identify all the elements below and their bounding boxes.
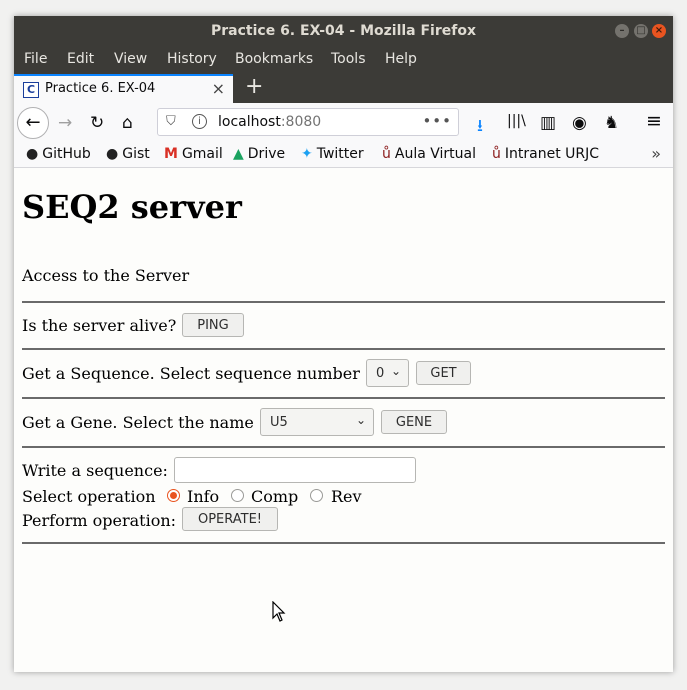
urjc-icon: ů: [382, 146, 391, 162]
bookmark-gmail[interactable]: M Gmail: [164, 146, 223, 162]
forward-icon[interactable]: →: [58, 113, 72, 133]
title-bar: Practice 6. EX-04 - Mozilla Firefox – □ …: [14, 16, 673, 46]
perform-operation-label: Perform operation:: [22, 511, 177, 530]
site-favicon-icon: C: [23, 82, 39, 98]
divider: [22, 446, 665, 448]
menu-edit[interactable]: Edit: [67, 51, 94, 67]
tracking-shield-icon[interactable]: ⛉: [166, 114, 176, 129]
radio-comp-label: Comp: [251, 487, 299, 506]
tab-strip: C Practice 6. EX-04 × +: [14, 74, 673, 103]
write-sequence-label: Write a sequence:: [22, 461, 168, 480]
drive-icon: ▲: [233, 146, 244, 162]
bookmark-label: Gist: [122, 146, 150, 162]
github-icon: ●: [106, 146, 119, 162]
bookmarks-overflow-icon[interactable]: »: [651, 144, 661, 163]
bookmarks-bar: ● GitHub ● Gist M Gmail ▲ Drive ✦ Twitter ů Au…: [14, 143, 673, 168]
radio-info[interactable]: [167, 489, 180, 502]
home-icon[interactable]: ⌂: [122, 113, 133, 133]
sidebar-icon[interactable]: ▥: [540, 113, 556, 133]
intro-text: Access to the Server: [22, 266, 190, 285]
bookmark-label: Gmail: [181, 146, 223, 162]
bookmark-label: Aula Virtual: [394, 146, 476, 162]
gene-button[interactable]: GENE: [381, 410, 447, 434]
bookmark-label: Twitter: [316, 146, 364, 162]
browser-window: Practice 6. EX-04 - Mozilla Firefox – □ …: [14, 16, 673, 672]
bookmark-aula-virtual[interactable]: ů Aula Virtual: [382, 146, 476, 162]
gene-name-value: U5: [270, 415, 288, 430]
account-icon[interactable]: ◉: [572, 113, 587, 133]
chevron-down-icon: ⌄: [355, 413, 366, 427]
gene-name-select[interactable]: U5 ⌄: [260, 408, 374, 436]
sequence-number-select[interactable]: 0 ⌄: [366, 359, 409, 387]
url-text: localhost:8080: [218, 114, 321, 130]
divider: [22, 301, 665, 303]
page-actions-icon[interactable]: •••: [422, 112, 452, 130]
get-sequence-label: Get a Sequence. Select sequence number: [22, 364, 360, 383]
urjc-icon: ů: [492, 146, 501, 162]
bookmark-intranet-urjc[interactable]: ů Intranet URJC: [492, 146, 599, 162]
menu-view[interactable]: View: [114, 51, 147, 67]
operate-button[interactable]: OPERATE!: [182, 507, 278, 531]
menu-bar: File Edit View History Bookmarks Tools H…: [14, 46, 673, 74]
url-bar[interactable]: ⛉ i localhost:8080 •••: [157, 108, 459, 136]
maximize-icon[interactable]: □: [634, 24, 648, 38]
bookmark-drive[interactable]: ▲ Drive: [233, 146, 285, 162]
divider: [22, 397, 665, 399]
bookmark-github[interactable]: ● GitHub: [26, 146, 91, 162]
navigation-bar: ← → ↻ ⌂ ⛉ i localhost:8080 ••• ⭳ |||\ ▥ …: [14, 103, 673, 143]
menu-file[interactable]: File: [24, 51, 47, 67]
site-info-icon[interactable]: i: [192, 114, 207, 129]
tab-title: Practice 6. EX-04: [45, 81, 156, 96]
library-icon[interactable]: |||\: [507, 113, 526, 129]
tab-close-icon[interactable]: ×: [212, 79, 225, 98]
new-tab-icon[interactable]: +: [245, 74, 263, 99]
menu-help[interactable]: Help: [385, 51, 417, 67]
bookmark-label: Drive: [247, 146, 286, 162]
bookmark-label: GitHub: [42, 146, 91, 162]
radio-rev[interactable]: [310, 489, 323, 502]
extension-icon[interactable]: ♞: [604, 113, 619, 133]
page-title: SEQ2 server: [22, 188, 242, 226]
tab-practice[interactable]: C Practice 6. EX-04 ×: [14, 74, 233, 103]
radio-info-label: Info: [187, 487, 220, 506]
bookmark-label: Intranet URJC: [504, 146, 600, 162]
radio-rev-label: Rev: [331, 487, 362, 506]
menu-bookmarks[interactable]: Bookmarks: [235, 51, 313, 67]
gmail-icon: M: [164, 146, 178, 162]
download-icon[interactable]: ⭳: [477, 113, 483, 142]
page-content: SEQ2 server Access to the Server Is the …: [14, 168, 673, 672]
get-gene-label: Get a Gene. Select the name: [22, 413, 254, 432]
twitter-icon: ✦: [301, 146, 313, 162]
url-host: localhost: [218, 114, 281, 130]
hamburger-menu-icon[interactable]: ≡: [646, 110, 662, 132]
radio-comp[interactable]: [231, 489, 244, 502]
divider: [22, 542, 665, 544]
close-icon[interactable]: ×: [652, 24, 666, 38]
select-operation-label: Select operation: [22, 487, 156, 506]
bookmark-gist[interactable]: ● Gist: [106, 146, 150, 162]
github-icon: ●: [26, 146, 39, 162]
sequence-number-value: 0: [376, 366, 385, 381]
minimize-icon[interactable]: –: [615, 24, 629, 38]
mouse-cursor-icon: [272, 601, 286, 622]
ping-label: Is the server alive?: [22, 316, 177, 335]
back-icon[interactable]: ←: [17, 107, 49, 139]
bookmark-twitter[interactable]: ✦ Twitter: [301, 146, 364, 162]
url-port: :8080: [280, 114, 322, 130]
reload-icon[interactable]: ↻: [90, 113, 104, 133]
menu-tools[interactable]: Tools: [331, 51, 366, 67]
ping-button[interactable]: PING: [182, 313, 244, 337]
sequence-input[interactable]: [174, 457, 416, 483]
window-title: Practice 6. EX-04 - Mozilla Firefox: [211, 23, 476, 39]
get-button[interactable]: GET: [416, 361, 471, 385]
divider: [22, 348, 665, 350]
chevron-down-icon: ⌄: [390, 364, 401, 378]
menu-history[interactable]: History: [167, 51, 217, 67]
